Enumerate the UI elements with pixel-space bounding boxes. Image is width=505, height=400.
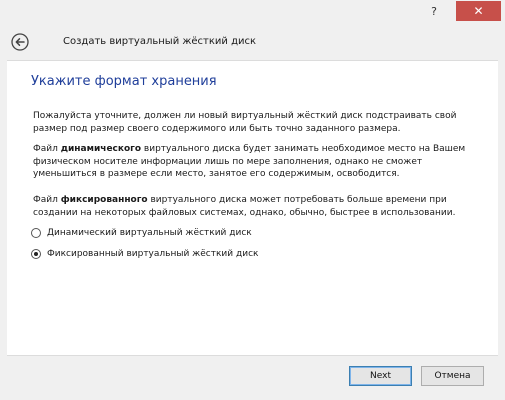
fixed-description: Файл фиксированного виртуального диска м… [33, 194, 483, 219]
content-panel: Укажите формат хранения Пожалуйста уточн… [7, 60, 498, 356]
dynamic-disk-radio[interactable] [31, 228, 41, 238]
back-arrow-icon [11, 33, 29, 51]
dynamic-prefix: Файл [33, 144, 61, 154]
page-title: Укажите формат хранения [31, 74, 217, 89]
wizard-header: Создать виртуальный жёсткий диск [0, 27, 505, 59]
fixed-prefix: Файл [33, 195, 61, 205]
dynamic-keyword: динамического [60, 144, 142, 154]
back-button[interactable] [10, 32, 30, 52]
dynamic-disk-label: Динамический виртуальный жёсткий диск [47, 228, 252, 238]
close-icon: ✕ [473, 4, 484, 18]
fixed-disk-radio[interactable] [31, 249, 41, 259]
close-button[interactable]: ✕ [456, 1, 501, 21]
footer: Next Отмена [0, 356, 505, 400]
fixed-disk-label: Фиксированный виртуальный жёсткий диск [47, 249, 259, 259]
dynamic-description: Файл динамического виртуального диска бу… [33, 143, 483, 181]
help-button[interactable]: ? [421, 2, 447, 22]
next-button[interactable]: Next [349, 366, 412, 386]
title-bar: ? ✕ [0, 0, 505, 27]
fixed-disk-option[interactable]: Фиксированный виртуальный жёсткий диск [31, 249, 258, 259]
dynamic-disk-option[interactable]: Динамический виртуальный жёсткий диск [31, 228, 252, 238]
cancel-button[interactable]: Отмена [421, 366, 484, 386]
fixed-keyword: фиксированного [60, 195, 148, 205]
description-paragraph: Пожалуйста уточните, должен ли новый вир… [33, 111, 457, 134]
wizard-title: Создать виртуальный жёсткий диск [63, 36, 257, 47]
